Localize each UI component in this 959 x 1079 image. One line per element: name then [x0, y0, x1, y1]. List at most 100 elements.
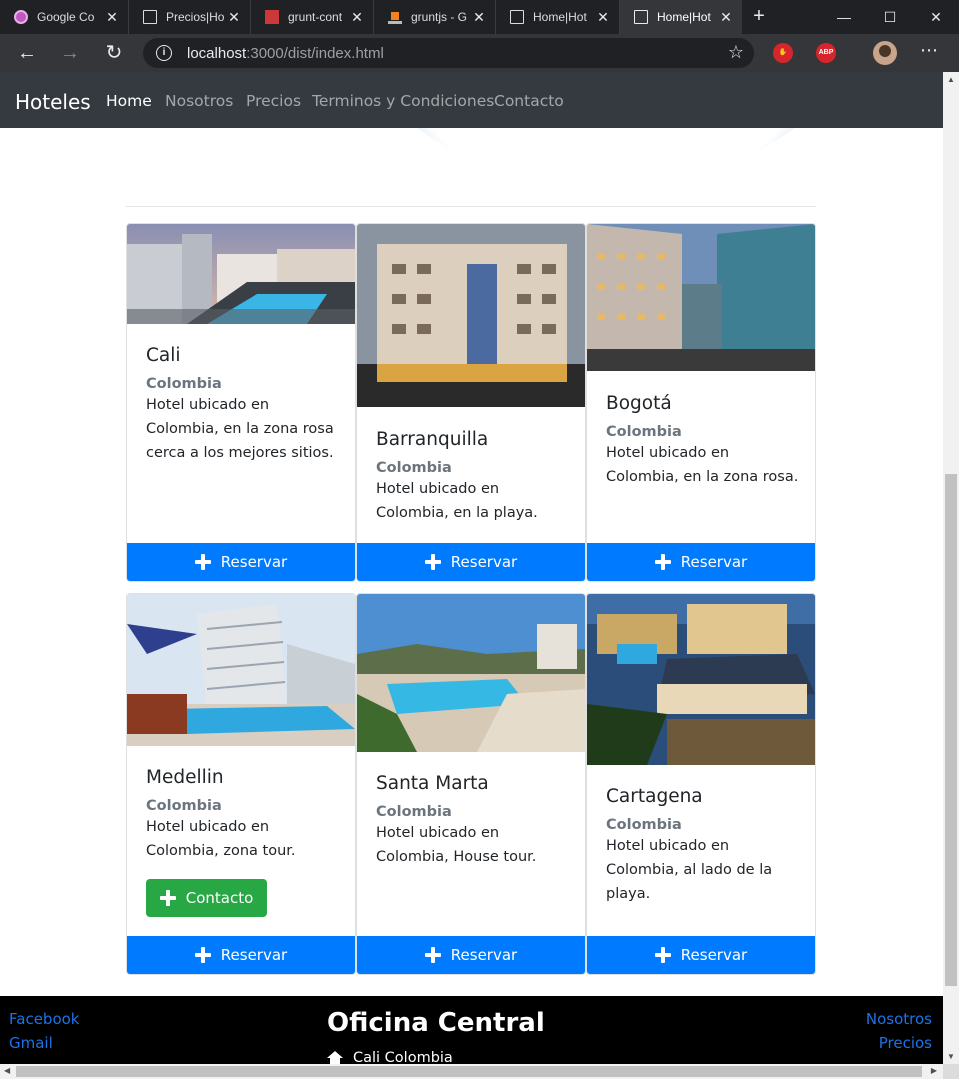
- card-subtitle: Colombia: [376, 460, 452, 476]
- card-text: Hotel ubicado en Colombia, en la zona ro…: [606, 445, 799, 485]
- scrollbar-thumb[interactable]: [945, 474, 957, 986]
- adblock-icon[interactable]: ABP: [816, 43, 836, 63]
- card-title: Cartagena: [606, 786, 703, 807]
- close-icon[interactable]: ✕: [349, 9, 365, 25]
- plus-icon: [654, 947, 671, 963]
- address-bar[interactable]: i localhost:3000/dist/index.html ☆: [143, 38, 754, 68]
- plus-icon: [194, 947, 211, 963]
- card-title: Bogotá: [606, 393, 672, 414]
- scroll-right-icon[interactable]: ▶: [931, 1066, 937, 1075]
- close-icon[interactable]: ✕: [104, 9, 120, 25]
- card-text: Hotel ubicado en Colombia, zona tour.: [146, 819, 296, 859]
- plus-icon: [654, 554, 671, 570]
- close-icon[interactable]: ✕: [226, 9, 242, 25]
- close-window-button[interactable]: ✕: [913, 0, 959, 34]
- nav-precios[interactable]: Precios: [246, 92, 301, 110]
- hotel-card-cali: Cali Colombia Hotel ubicado en Colombia,…: [126, 223, 356, 582]
- vertical-scrollbar[interactable]: ▲ ▼: [943, 72, 959, 1064]
- reservar-label: Reservar: [450, 553, 518, 571]
- hotel-photo: [587, 594, 815, 765]
- navbar-brand[interactable]: Hoteles: [15, 90, 91, 114]
- footer-link-gmail[interactable]: Gmail: [9, 1034, 53, 1052]
- close-icon[interactable]: ✕: [595, 9, 611, 25]
- browser-toolbar: ← → ↻ i localhost:3000/dist/index.html ☆…: [0, 34, 959, 72]
- browser-tab[interactable]: Google Co ✕: [0, 0, 129, 34]
- close-icon[interactable]: ✕: [471, 9, 487, 25]
- reservar-label: Reservar: [450, 946, 518, 964]
- more-menu-icon[interactable]: ⋯: [920, 40, 938, 61]
- url-text: localhost:3000/dist/index.html: [187, 45, 384, 62]
- hotel-photo: [127, 594, 355, 746]
- nav-nosotros[interactable]: Nosotros: [165, 92, 233, 110]
- reservar-button[interactable]: Reservar: [127, 936, 355, 974]
- minimize-button[interactable]: —: [821, 0, 867, 34]
- plus-icon: [424, 947, 441, 963]
- hotel-card-santa-marta: Santa Marta Colombia Hotel ubicado en Co…: [356, 593, 586, 975]
- browser-tab[interactable]: grunt-cont ✕: [251, 0, 374, 34]
- reservar-button[interactable]: Reservar: [587, 936, 815, 974]
- info-icon[interactable]: i: [156, 45, 172, 61]
- nav-contacto[interactable]: Contacto: [494, 92, 564, 110]
- reservar-button[interactable]: Reservar: [587, 543, 815, 581]
- footer-link-facebook[interactable]: Facebook: [9, 1010, 79, 1028]
- contacto-button[interactable]: Contacto: [146, 879, 267, 917]
- address-text: Cali Colombia: [353, 1050, 453, 1064]
- browser-tab[interactable]: gruntjs - G ✕: [374, 0, 496, 34]
- scroll-up-icon[interactable]: ▲: [946, 75, 956, 84]
- card-title: Medellin: [146, 767, 224, 788]
- tab-title: Home|Hot: [657, 10, 711, 24]
- card-title: Barranquilla: [376, 429, 489, 450]
- maximize-button[interactable]: ☐: [867, 0, 913, 34]
- star-icon[interactable]: ☆: [728, 42, 744, 63]
- url-path: :3000/dist/index.html: [246, 45, 384, 62]
- card-body: Cartagena Colombia Hotel ubicado en Colo…: [606, 786, 806, 906]
- reservar-button[interactable]: Reservar: [127, 543, 355, 581]
- hotel-photo: [357, 594, 585, 752]
- reservar-label: Reservar: [220, 553, 288, 571]
- plus-icon: [424, 554, 441, 570]
- hotel-card-bogota: Bogotá Colombia Hotel ubicado en Colombi…: [586, 223, 816, 582]
- scrollbar-thumb[interactable]: [16, 1066, 922, 1077]
- footer-title: Oficina Central: [327, 1008, 545, 1038]
- card-subtitle: Colombia: [606, 817, 682, 833]
- reservar-button[interactable]: Reservar: [357, 543, 585, 581]
- horizontal-scrollbar[interactable]: ◀ ▶: [0, 1064, 943, 1079]
- footer-address: Cali Colombia: [327, 1050, 453, 1064]
- reload-button[interactable]: ↻: [101, 40, 127, 66]
- plus-icon: [194, 554, 211, 570]
- reservar-label: Reservar: [680, 553, 748, 571]
- tab-title: gruntjs - G: [411, 10, 468, 24]
- hotel-photo: [357, 224, 585, 407]
- hand-stop-icon[interactable]: ✋: [773, 43, 793, 63]
- hotel-photo: [127, 224, 355, 324]
- scroll-down-icon[interactable]: ▼: [946, 1052, 956, 1061]
- page-icon: [510, 10, 524, 24]
- tab-title: Precios|Ho: [166, 10, 225, 24]
- page-viewport: Hoteles Home Nosotros Precios Terminos y…: [0, 72, 943, 1064]
- card-body: Barranquilla Colombia Hotel ubicado en C…: [376, 429, 576, 525]
- scroll-left-icon[interactable]: ◀: [4, 1066, 10, 1075]
- browser-tab[interactable]: Home|Hot ✕: [496, 0, 620, 34]
- card-text: Hotel ubicado en Colombia, en la zona ro…: [146, 397, 334, 461]
- home-icon: [327, 1051, 343, 1064]
- browser-tab-active[interactable]: Home|Hot ✕: [620, 0, 742, 34]
- browser-tab[interactable]: Precios|Ho ✕: [129, 0, 251, 34]
- back-button[interactable]: ←: [14, 40, 40, 66]
- reservar-button[interactable]: Reservar: [357, 936, 585, 974]
- footer-link-precios[interactable]: Precios: [879, 1034, 932, 1052]
- hotel-card-medellin: Medellin Colombia Hotel ubicado en Colom…: [126, 593, 356, 975]
- card-subtitle: Colombia: [146, 376, 222, 392]
- nav-terminos[interactable]: Terminos y Condiciones: [312, 92, 494, 110]
- new-tab-button[interactable]: +: [748, 5, 770, 27]
- card-text: Hotel ubicado en Colombia, en la playa.: [376, 481, 538, 521]
- nav-home[interactable]: Home: [106, 92, 152, 110]
- page-icon: [634, 10, 648, 24]
- footer-link-nosotros[interactable]: Nosotros: [866, 1010, 932, 1028]
- reservar-label: Reservar: [680, 946, 748, 964]
- forward-button[interactable]: →: [57, 40, 83, 66]
- npm-icon: [265, 10, 279, 24]
- close-icon[interactable]: ✕: [718, 9, 734, 25]
- reservar-label: Reservar: [220, 946, 288, 964]
- card-body: Cali Colombia Hotel ubicado en Colombia,…: [146, 345, 346, 465]
- avatar[interactable]: [873, 41, 897, 65]
